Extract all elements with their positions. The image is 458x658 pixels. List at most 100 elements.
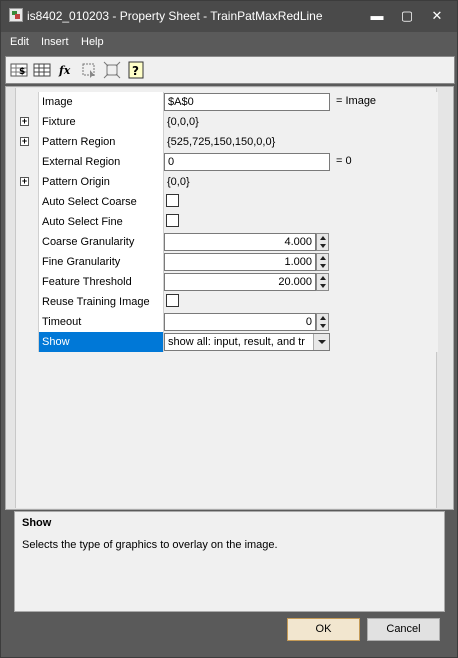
title-bar[interactable]: is8402_010203 - Property Sheet - TrainPa…	[0, 0, 458, 32]
expand-plus-icon[interactable]: +	[20, 137, 29, 146]
maximize-icon[interactable]: ▢	[394, 6, 420, 26]
fixture-value: {0,0,0}	[167, 116, 199, 128]
property-name: Feature Threshold	[38, 272, 164, 292]
pattern-origin-value: {0,0}	[167, 176, 190, 188]
row-gutter	[16, 152, 38, 172]
auto-select-fine-checkbox[interactable]	[166, 214, 179, 227]
spin-buttons-icon[interactable]	[316, 313, 329, 331]
property-value: $A$0 = Image	[164, 92, 438, 112]
row-gutter	[16, 332, 38, 352]
property-name: Image	[38, 92, 164, 112]
cell-reference-icon[interactable]: $	[10, 61, 28, 79]
spreadsheet-icon	[9, 8, 23, 22]
pattern-region-value: {525,725,150,150,0,0}	[167, 136, 276, 148]
property-name: Auto Select Fine	[38, 212, 164, 232]
row-gutter	[16, 252, 38, 272]
property-row[interactable]: + Pattern Origin {0,0}	[16, 172, 438, 192]
spin-buttons-icon[interactable]	[316, 273, 329, 291]
window-title: is8402_010203 - Property Sheet - TrainPa…	[27, 9, 323, 23]
description-panel: Show Selects the type of graphics to ove…	[14, 511, 445, 612]
menu-edit[interactable]: Edit	[10, 36, 29, 48]
close-icon[interactable]: ✕	[424, 6, 450, 26]
toolbar: $ fx ?	[5, 56, 455, 84]
property-value	[164, 212, 438, 232]
row-gutter: +	[16, 132, 38, 152]
property-name: Auto Select Coarse	[38, 192, 164, 212]
menu-help[interactable]: Help	[81, 36, 104, 48]
property-name: Coarse Granularity	[38, 232, 164, 252]
property-row[interactable]: External Region 0 = 0	[16, 152, 438, 172]
property-sheet-window: is8402_010203 - Property Sheet - TrainPa…	[0, 0, 458, 658]
menu-insert[interactable]: Insert	[41, 36, 69, 48]
property-name: Timeout	[38, 312, 164, 332]
property-value: 4.000	[164, 232, 438, 252]
property-row[interactable]: Auto Select Coarse	[16, 192, 438, 212]
property-row[interactable]: Image $A$0 = Image	[16, 92, 438, 112]
property-row[interactable]: Coarse Granularity 4.000	[16, 232, 438, 252]
ok-button[interactable]: OK	[287, 618, 360, 641]
property-name: Pattern Region	[38, 132, 164, 152]
spin-buttons-icon[interactable]	[316, 253, 329, 271]
property-value: 20.000	[164, 272, 438, 292]
property-value: 1.000	[164, 252, 438, 272]
select-region-icon[interactable]	[80, 61, 98, 79]
property-row[interactable]: Feature Threshold 20.000	[16, 272, 438, 292]
property-value: 0	[164, 312, 438, 332]
fine-granularity-input[interactable]: 1.000	[164, 253, 316, 271]
row-gutter: +	[16, 172, 38, 192]
coarse-granularity-input[interactable]: 4.000	[164, 233, 316, 251]
property-grid: Image $A$0 = Image + Fixture {0,0,0} + P…	[5, 86, 454, 510]
minimize-icon[interactable]: ▬	[364, 6, 390, 26]
external-region-input[interactable]: 0	[164, 153, 330, 171]
property-name: Show	[38, 332, 164, 352]
row-gutter: +	[16, 112, 38, 132]
vertical-scrollbar[interactable]	[443, 87, 453, 509]
expand-plus-icon[interactable]: +	[20, 177, 29, 186]
show-dropdown-value: show all: input, result, and tr	[168, 336, 305, 348]
property-row[interactable]: Show show all: input, result, and tr	[16, 332, 438, 352]
row-gutter	[16, 192, 38, 212]
property-value	[164, 192, 438, 212]
feature-threshold-input[interactable]: 20.000	[164, 273, 316, 291]
row-gutter	[16, 312, 38, 332]
cancel-button[interactable]: Cancel	[367, 618, 440, 641]
property-row[interactable]: Auto Select Fine	[16, 212, 438, 232]
property-name: Fixture	[38, 112, 164, 132]
timeout-input[interactable]: 0	[164, 313, 316, 331]
property-row[interactable]: + Pattern Region {525,725,150,150,0,0}	[16, 132, 438, 152]
help-icon[interactable]: ?	[127, 61, 145, 79]
property-name: External Region	[38, 152, 164, 172]
property-value: {0,0,0}	[164, 112, 438, 132]
svg-text:?: ?	[132, 64, 139, 78]
spin-buttons-icon[interactable]	[316, 233, 329, 251]
menu-bar: Edit Insert Help	[0, 32, 458, 54]
table-grid-icon[interactable]	[33, 61, 51, 79]
chevron-down-icon[interactable]	[313, 334, 329, 350]
property-row[interactable]: Reuse Training Image	[16, 292, 438, 312]
external-region-resolved-value: = 0	[336, 155, 352, 167]
row-gutter	[16, 232, 38, 252]
image-resolved-value: = Image	[336, 95, 377, 107]
property-row[interactable]: Timeout 0	[16, 312, 438, 332]
property-row[interactable]: Fine Granularity 1.000	[16, 252, 438, 272]
property-value: show all: input, result, and tr	[164, 332, 438, 352]
show-dropdown[interactable]: show all: input, result, and tr	[164, 333, 330, 351]
property-value: {0,0}	[164, 172, 438, 192]
function-icon[interactable]: fx	[57, 61, 75, 79]
description-title: Show	[22, 517, 52, 529]
property-name: Reuse Training Image	[38, 292, 164, 312]
expand-plus-icon[interactable]: +	[20, 117, 29, 126]
auto-select-coarse-checkbox[interactable]	[166, 194, 179, 207]
svg-text:fx: fx	[58, 64, 71, 77]
row-gutter	[16, 272, 38, 292]
reuse-training-image-checkbox[interactable]	[166, 294, 179, 307]
property-name: Fine Granularity	[38, 252, 164, 272]
property-value	[164, 292, 438, 312]
description-text: Selects the type of graphics to overlay …	[22, 539, 278, 551]
property-name: Pattern Origin	[38, 172, 164, 192]
property-row[interactable]: + Fixture {0,0,0}	[16, 112, 438, 132]
image-input[interactable]: $A$0	[164, 93, 330, 111]
row-gutter	[16, 92, 38, 112]
property-list: Image $A$0 = Image + Fixture {0,0,0} + P…	[15, 88, 438, 508]
fit-region-icon[interactable]	[103, 61, 121, 79]
